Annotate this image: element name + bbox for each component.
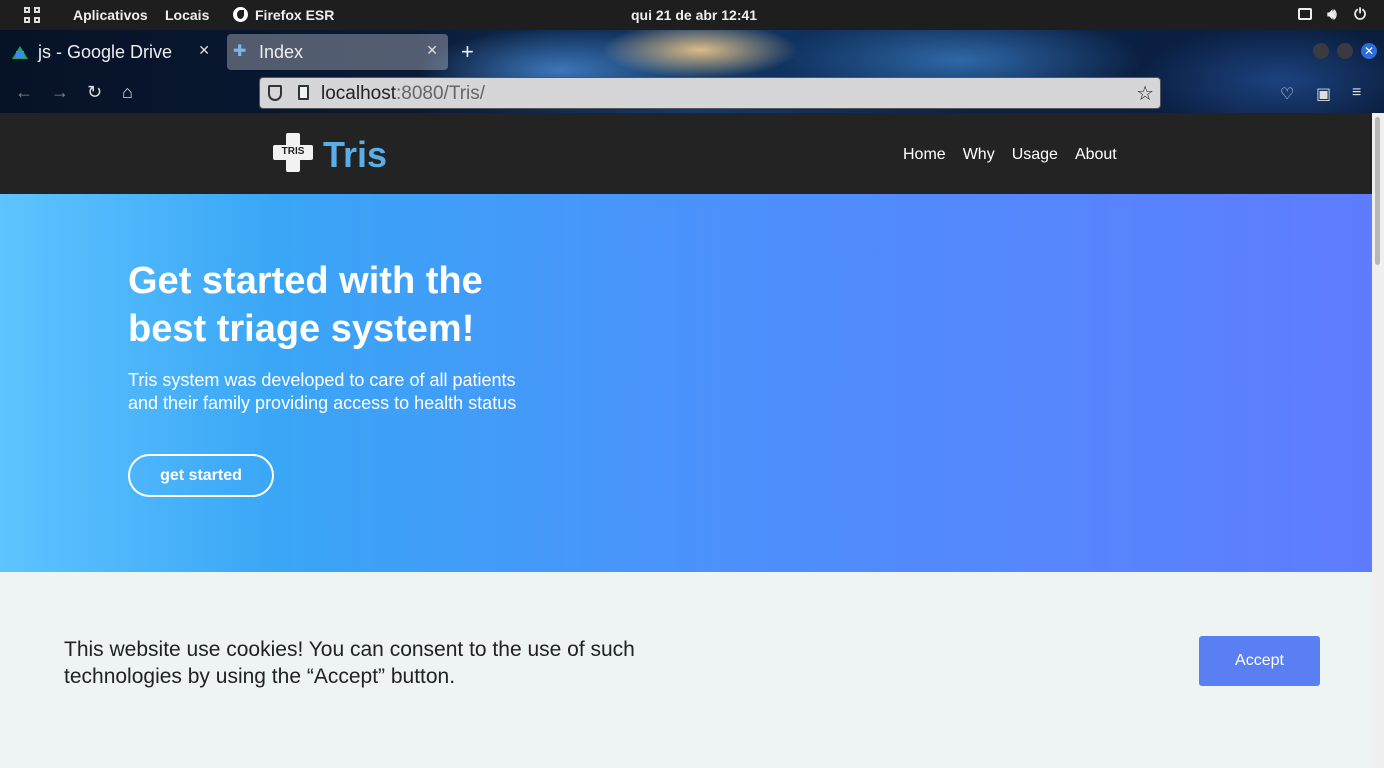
nav-usage[interactable]: Usage (1012, 146, 1058, 164)
nav-why[interactable]: Why (963, 146, 995, 164)
url-text[interactable]: localhost:8080/Tris/ (321, 83, 485, 105)
volume-icon[interactable]: 🔊︎ (1324, 6, 1340, 23)
get-started-button[interactable]: get started (128, 454, 274, 497)
url-host: localhost (321, 83, 396, 104)
tab-google-drive[interactable]: js - Google Drive ✕ (6, 34, 220, 70)
close-window-icon[interactable]: ✕ (1361, 43, 1377, 59)
tris-favicon: ✚ (233, 43, 247, 60)
google-drive-icon (12, 45, 28, 59)
site-header: TRIS Tris Home Why Usage About (0, 113, 1372, 194)
reload-icon[interactable]: ↻ (87, 82, 102, 103)
web-page: TRIS Tris Home Why Usage About Get start… (0, 113, 1372, 768)
nav-about[interactable]: About (1075, 146, 1117, 164)
browser-chrome: js - Google Drive ✕ ✚ Index ✕ + ✕ ← → ↻ … (0, 30, 1384, 113)
logo-text: TRIS (281, 146, 305, 157)
system-tray[interactable]: 🔊︎ ⏻ (1298, 6, 1368, 23)
close-tab-icon[interactable]: ✕ (198, 42, 210, 59)
applications-menu[interactable]: Aplicativos (73, 7, 148, 23)
scrollbar-thumb[interactable] (1375, 117, 1380, 265)
main-nav: Home Why Usage About (903, 146, 1117, 164)
nav-home[interactable]: Home (903, 146, 946, 164)
system-top-bar: Aplicativos Locais Firefox ESR qui 21 de… (0, 0, 1384, 30)
active-app-menu[interactable]: Firefox ESR (255, 7, 334, 23)
cookie-message: This website use cookies! You can consen… (64, 638, 635, 688)
forward-icon[interactable]: → (51, 82, 69, 103)
tracking-shield-icon[interactable] (268, 85, 282, 101)
places-menu[interactable]: Locais (165, 7, 209, 23)
back-icon[interactable]: ← (15, 82, 33, 103)
close-tab-icon[interactable]: ✕ (426, 42, 438, 59)
app-grid-icon[interactable] (24, 7, 40, 23)
accept-cookies-button[interactable]: Accept (1199, 636, 1320, 686)
hero-section: Get started with the best triage system!… (0, 194, 1372, 572)
hero-text: Tris system was developed to care of all… (128, 370, 517, 413)
page-info-icon[interactable] (298, 85, 309, 100)
tris-logo[interactable]: TRIS (273, 133, 313, 172)
power-icon[interactable]: ⏻ (1352, 6, 1368, 23)
clock[interactable]: qui 21 de abr 12:41 (631, 7, 757, 23)
pocket-icon[interactable]: ♡ (1280, 84, 1294, 104)
tab-title: Index (259, 41, 304, 62)
minimize-window-icon[interactable] (1313, 43, 1329, 59)
menu-icon[interactable]: ≡ (1352, 84, 1361, 102)
extension-icon[interactable]: ▣ (1316, 84, 1331, 104)
brand-name[interactable]: Tris (323, 134, 387, 176)
bookmark-star-icon[interactable]: ☆ (1136, 81, 1154, 106)
firefox-icon (233, 7, 248, 22)
address-bar[interactable]: localhost:8080/Tris/ ☆ (259, 77, 1161, 109)
hero-title: Get started with the best triage system! (128, 260, 483, 350)
home-icon[interactable]: ⌂ (122, 82, 133, 103)
window-icon[interactable] (1298, 8, 1312, 20)
tab-index[interactable]: ✚ Index ✕ (227, 34, 448, 70)
url-path: :8080/Tris/ (396, 83, 486, 104)
page-scrollbar[interactable] (1372, 113, 1384, 768)
tab-title: js - Google Drive (38, 41, 173, 62)
maximize-window-icon[interactable] (1337, 43, 1353, 59)
new-tab-icon[interactable]: + (461, 39, 474, 65)
